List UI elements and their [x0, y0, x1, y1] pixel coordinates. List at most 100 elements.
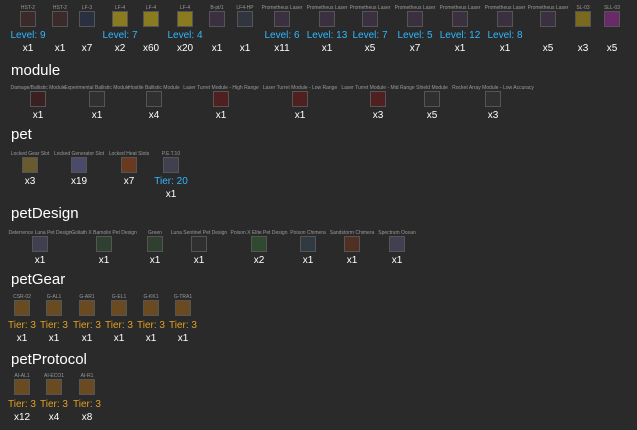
petProtocol-item-tier: Tier: 3 [8, 399, 36, 410]
top-item-count: x7 [81, 43, 93, 54]
module-item-count: x3 [372, 110, 384, 121]
laser-icon[interactable] [177, 11, 193, 27]
module-icon[interactable] [30, 91, 46, 107]
top-item-level: Level: 8 [487, 30, 523, 41]
petProtocol-item-tier: Tier: 3 [73, 399, 101, 410]
module-item-count: x1 [91, 110, 103, 121]
petGear-item-tier: Tier: 3 [169, 320, 197, 331]
top-item-count: x1 [211, 43, 223, 54]
top-item-level: Level: 6 [264, 30, 300, 41]
gear-icon[interactable] [143, 300, 159, 316]
laser-icon[interactable] [407, 11, 423, 27]
laser-icon[interactable] [112, 11, 128, 27]
gear-icon[interactable] [111, 300, 127, 316]
petDesign-item-count: x1 [34, 255, 46, 266]
module-item-count: x1 [32, 110, 44, 121]
protocol-icon[interactable] [46, 379, 62, 395]
section-title-pet-protocol: petProtocol [11, 351, 87, 368]
petGear-item-count: x1 [48, 333, 60, 344]
petProtocol-item-tier: Tier: 3 [40, 399, 68, 410]
protocol-icon[interactable] [79, 379, 95, 395]
top-item-level: Level: 13 [306, 30, 348, 41]
petDesign-item-count: x1 [302, 255, 314, 266]
petDesign-item-count: x1 [149, 255, 161, 266]
lock-icon[interactable] [71, 157, 87, 173]
gear-icon[interactable] [14, 300, 30, 316]
pet-design-icon[interactable] [251, 236, 267, 252]
module-item-count: x4 [148, 110, 160, 121]
laser-icon[interactable] [604, 11, 620, 27]
top-item-count: x5 [606, 43, 618, 54]
pet-design-icon[interactable] [32, 236, 48, 252]
top-item-count: x20 [176, 43, 194, 54]
petProtocol-item-count: x12 [13, 412, 31, 423]
module-icon[interactable] [213, 91, 229, 107]
top-item-count: x2 [114, 43, 126, 54]
pet-item-level: Tier: 20 [154, 176, 188, 187]
module-icon[interactable] [424, 91, 440, 107]
laser-icon[interactable] [143, 11, 159, 27]
pet-design-icon[interactable] [389, 236, 405, 252]
top-item-count: x1 [22, 43, 34, 54]
laser-icon[interactable] [79, 11, 95, 27]
top-item-count: x1 [454, 43, 466, 54]
module-icon[interactable] [292, 91, 308, 107]
module-item-count: x1 [294, 110, 306, 121]
module-icon[interactable] [370, 91, 386, 107]
top-item-level: Level: 12 [439, 30, 481, 41]
pet-item-count: x7 [123, 176, 135, 187]
petGear-item-count: x1 [16, 333, 28, 344]
top-item-count: x7 [409, 43, 421, 54]
module-icon[interactable] [146, 91, 162, 107]
laser-icon[interactable] [575, 11, 591, 27]
lock-icon[interactable] [121, 157, 137, 173]
gear-icon[interactable] [46, 300, 62, 316]
petGear-item-count: x1 [177, 333, 189, 344]
top-item-count: x5 [542, 43, 554, 54]
laser-icon[interactable] [362, 11, 378, 27]
laser-icon[interactable] [274, 11, 290, 27]
laser-icon[interactable] [497, 11, 513, 27]
petDesign-item-count: x1 [346, 255, 358, 266]
pet-icon[interactable] [163, 157, 179, 173]
section-title-pet: pet [11, 126, 32, 143]
petGear-item-tier: Tier: 3 [137, 320, 165, 331]
petGear-item-count: x1 [113, 333, 125, 344]
top-item-level: Level: 7 [352, 30, 388, 41]
pet-design-icon[interactable] [147, 236, 163, 252]
laser-icon[interactable] [540, 11, 556, 27]
pet-design-icon[interactable] [300, 236, 316, 252]
hst-icon[interactable] [20, 11, 36, 27]
module-icon[interactable] [89, 91, 105, 107]
petDesign-item-count: x2 [253, 255, 265, 266]
top-item-level: Level: 5 [397, 30, 433, 41]
protocol-icon[interactable] [14, 379, 30, 395]
laser-icon[interactable] [319, 11, 335, 27]
top-item-count: x1 [239, 43, 251, 54]
gear-icon[interactable] [175, 300, 191, 316]
laser-icon[interactable] [237, 11, 253, 27]
section-title-pet-gear: petGear [11, 271, 66, 288]
top-item-level: Level: 4 [167, 30, 203, 41]
module-item-count: x1 [215, 110, 227, 121]
top-item-count: x1 [499, 43, 511, 54]
laser-icon[interactable] [452, 11, 468, 27]
laser-icon[interactable] [209, 11, 225, 27]
module-icon[interactable] [485, 91, 501, 107]
pet-design-icon[interactable] [96, 236, 112, 252]
top-item-count: x1 [54, 43, 66, 54]
lock-icon[interactable] [22, 157, 38, 173]
pet-design-icon[interactable] [191, 236, 207, 252]
section-title-module: module [11, 62, 61, 79]
top-item-count: x5 [364, 43, 376, 54]
section-title-pet-design: petDesign [11, 205, 79, 222]
petDesign-item-count: x1 [193, 255, 205, 266]
pet-item-count: x3 [24, 176, 36, 187]
petGear-item-tier: Tier: 3 [73, 320, 101, 331]
hst-icon[interactable] [52, 11, 68, 27]
pet-design-icon[interactable] [344, 236, 360, 252]
gear-icon[interactable] [79, 300, 95, 316]
module-item-count: x3 [487, 110, 499, 121]
petProtocol-item-count: x8 [81, 412, 93, 423]
top-item-count: x60 [142, 43, 160, 54]
